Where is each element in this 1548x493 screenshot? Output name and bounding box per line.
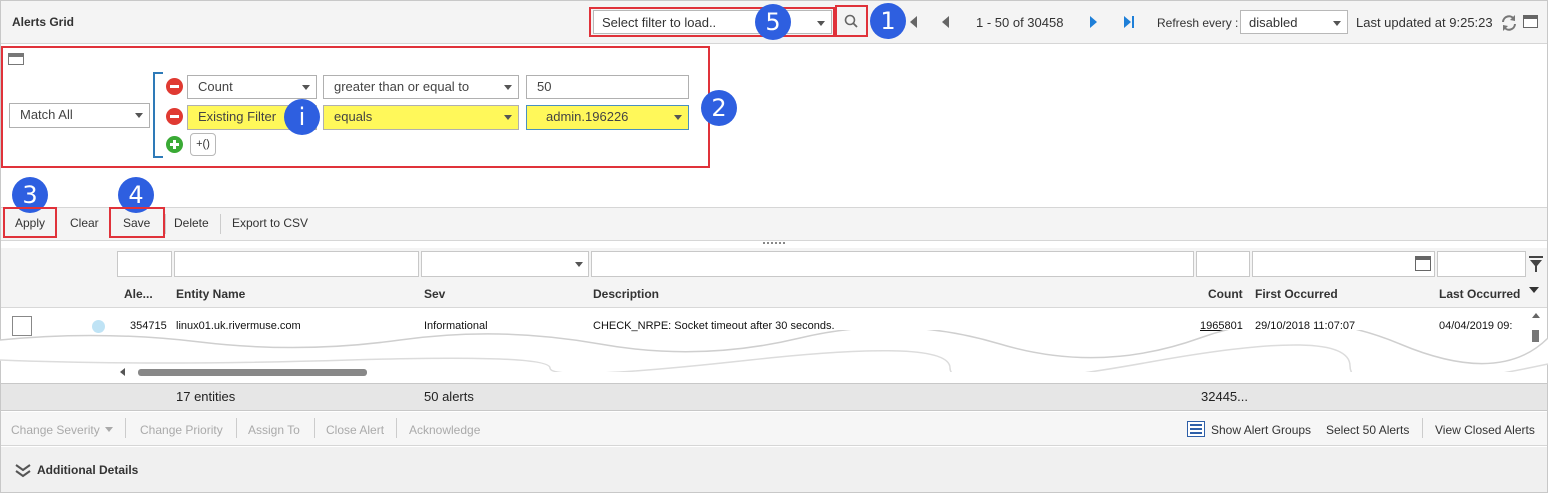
refresh-label: Refresh every : (1157, 16, 1239, 30)
select-alerts-button[interactable]: Select 50 Alerts (1326, 423, 1409, 437)
chevron-down-icon (817, 21, 825, 26)
maximize-icon[interactable] (1523, 15, 1538, 28)
last-page-icon[interactable] (1124, 16, 1136, 28)
rule-1-field: Count (198, 79, 233, 94)
summary-count: 32445... (1201, 389, 1248, 404)
pager-text: 1 - 50 of 30458 (976, 15, 1064, 30)
panel-toggle-icon[interactable] (8, 53, 24, 65)
chevron-down-icon (105, 427, 113, 432)
annotation-badge-1: 1 (870, 3, 906, 39)
actions-divider (1422, 418, 1423, 438)
filter-input-count[interactable] (1196, 251, 1250, 277)
toolbar-divider (165, 214, 166, 234)
rule-2-value: admin.196226 (546, 109, 629, 124)
search-icon (844, 14, 858, 28)
filter-input-description[interactable] (591, 251, 1194, 277)
scroll-up-icon[interactable] (1532, 313, 1540, 318)
filter-input-entity[interactable] (174, 251, 419, 277)
column-header-entity[interactable]: Entity Name (176, 287, 245, 301)
filter-select-sev[interactable] (421, 251, 589, 277)
rule-1-operator-select[interactable]: greater than or equal to (323, 75, 519, 99)
rule-2-operator-select[interactable]: equals (323, 105, 519, 130)
alert-groups-icon[interactable] (1187, 421, 1205, 437)
filter-load-select[interactable]: Select filter to load.. (593, 10, 832, 34)
export-csv-button[interactable]: Export to CSV (232, 216, 308, 230)
match-mode-select[interactable]: Match All (9, 103, 150, 128)
expand-details-icon[interactable] (15, 464, 31, 478)
clear-button[interactable]: Clear (70, 216, 99, 230)
actions-divider (236, 418, 237, 438)
filter-input-first-occurred[interactable] (1252, 251, 1435, 277)
chevron-down-icon (504, 85, 512, 90)
search-button[interactable] (838, 8, 865, 34)
summary-alerts: 50 alerts (424, 389, 474, 404)
acknowledge-button[interactable]: Acknowledge (409, 423, 480, 437)
resize-handle[interactable] (763, 242, 785, 246)
filter-input-alert[interactable] (117, 251, 172, 277)
summary-entities: 17 entities (176, 389, 236, 404)
next-page-icon[interactable] (1090, 16, 1097, 28)
save-button[interactable]: Save (123, 216, 150, 230)
column-header-first-occurred[interactable]: First Occurred (1255, 287, 1338, 301)
refresh-icon[interactable] (1500, 14, 1518, 32)
column-filter-icon[interactable] (1528, 255, 1544, 273)
remove-rule-icon[interactable] (166, 108, 183, 125)
rule-1-operator: greater than or equal to (334, 79, 470, 94)
column-header-last-occurred[interactable]: Last Occurred (1439, 287, 1520, 301)
actions-divider (125, 418, 126, 438)
delete-button[interactable]: Delete (174, 216, 209, 230)
apply-button[interactable]: Apply (15, 216, 45, 230)
prev-page-icon[interactable] (942, 16, 949, 28)
chevron-down-icon (504, 115, 512, 120)
rule-1-field-select[interactable]: Count (187, 75, 317, 99)
first-page-icon[interactable] (907, 16, 919, 28)
change-priority-button[interactable]: Change Priority (140, 423, 223, 437)
annotation-badge-info: i (284, 99, 320, 135)
chevron-down-icon (1333, 21, 1341, 26)
filter-input-last-occurred[interactable] (1437, 251, 1526, 277)
annotation-badge-5: 5 (755, 4, 791, 40)
refresh-interval-select[interactable]: disabled (1240, 10, 1348, 34)
column-header-alert[interactable]: Ale... (124, 287, 153, 301)
actions-divider (396, 418, 397, 438)
calendar-icon[interactable] (1415, 256, 1431, 271)
rule-1-value: 50 (537, 79, 552, 94)
match-mode-value: Match All (20, 107, 73, 122)
scroll-left-icon[interactable] (120, 368, 125, 376)
last-updated-text: Last updated at 9:25:23 (1356, 15, 1493, 30)
chevron-down-icon (575, 262, 583, 267)
filter-load-select-text: Select filter to load.. (602, 15, 717, 30)
horizontal-scrollbar-thumb[interactable] (138, 369, 367, 376)
remove-rule-icon[interactable] (166, 78, 183, 95)
additional-details-panel (1, 447, 1547, 492)
chevron-down-icon (302, 85, 310, 90)
assign-to-button[interactable]: Assign To (248, 423, 300, 437)
column-header-count[interactable]: Count (1208, 287, 1243, 301)
toolbar-divider (220, 214, 221, 234)
chevron-down-icon (135, 113, 143, 118)
additional-details-title[interactable]: Additional Details (37, 463, 138, 477)
rule-group-bracket (153, 72, 163, 158)
rule-2-operator: equals (334, 109, 373, 124)
change-severity-button[interactable]: Change Severity (11, 423, 100, 437)
refresh-interval-value: disabled (1249, 15, 1298, 30)
rule-2-value-select[interactable]: admin.196226 (526, 105, 689, 130)
close-alert-button[interactable]: Close Alert (326, 423, 384, 437)
torn-edge-break (0, 330, 1548, 372)
page-title: Alerts Grid (12, 15, 75, 29)
column-menu-icon[interactable] (1529, 287, 1539, 293)
alert-actions-bar (1, 412, 1547, 446)
add-group-button[interactable]: +() (190, 133, 216, 156)
column-header-description[interactable]: Description (593, 287, 659, 301)
rule-1-value-input[interactable]: 50 (526, 75, 689, 99)
chevron-down-icon (674, 115, 682, 120)
add-rule-icon[interactable] (166, 136, 183, 153)
annotation-badge-2: 2 (701, 90, 737, 126)
rule-2-field: Existing Filter (198, 109, 277, 124)
show-alert-groups-button[interactable]: Show Alert Groups (1211, 423, 1311, 437)
view-closed-alerts-button[interactable]: View Closed Alerts (1435, 423, 1535, 437)
actions-divider (314, 418, 315, 438)
column-header-sev[interactable]: Sev (424, 287, 445, 301)
